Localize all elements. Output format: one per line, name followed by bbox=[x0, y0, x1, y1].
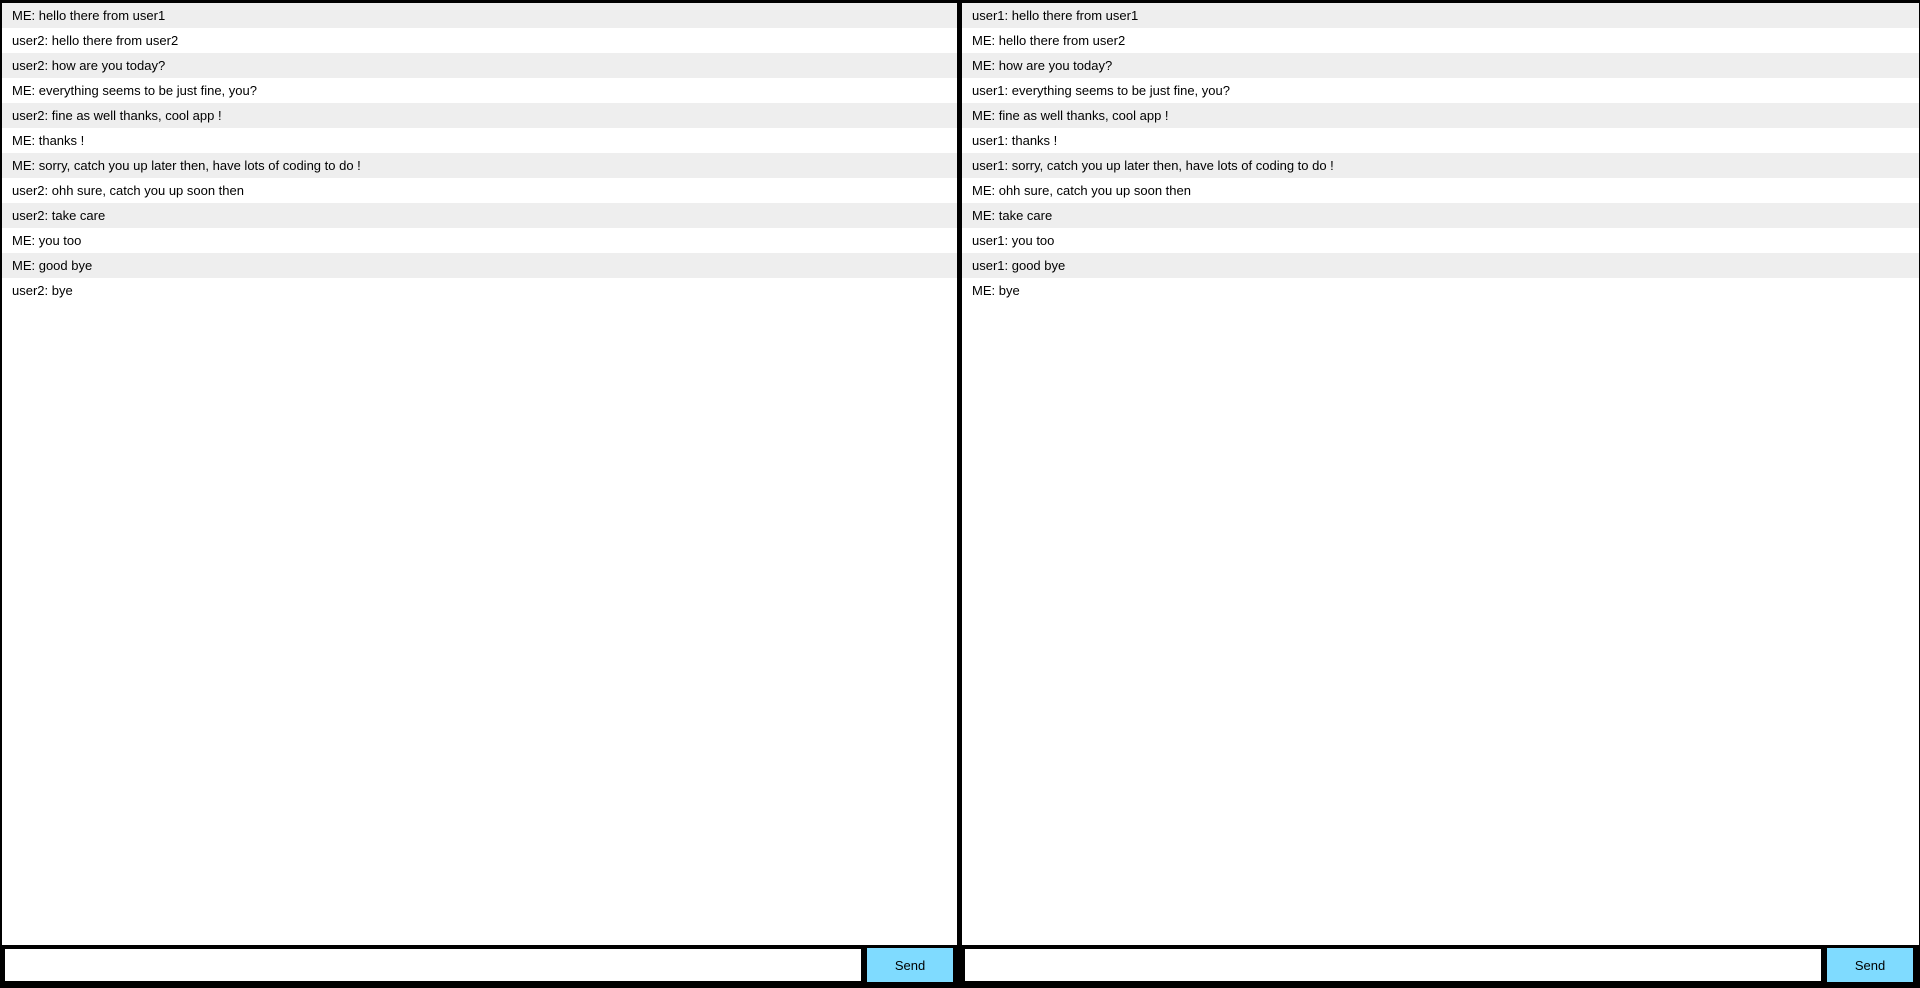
message-item: user1: thanks ! bbox=[972, 133, 1058, 148]
chat-window-user1: ME: hello there from user1 user2: hello … bbox=[0, 0, 960, 988]
message-item: ME: take care bbox=[962, 203, 1919, 228]
message-item: user1: you too bbox=[972, 233, 1055, 248]
message-input[interactable] bbox=[4, 948, 862, 982]
message-item: ME: everything seems to be just fine, yo… bbox=[12, 83, 257, 98]
message-list: ME: hello there from user1 user2: hello … bbox=[2, 3, 957, 947]
send-button[interactable]: Send bbox=[867, 948, 953, 982]
message-item: user2: take care bbox=[2, 203, 957, 228]
message-item: user2: how are you today? bbox=[2, 53, 957, 78]
message-composer: Send bbox=[961, 945, 1919, 987]
message-item: ME: you too bbox=[12, 233, 82, 248]
message-composer: Send bbox=[1, 945, 959, 987]
message-item: user1: everything seems to be just fine,… bbox=[972, 83, 1230, 98]
message-item: ME: good bye bbox=[2, 253, 957, 278]
message-item: user2: fine as well thanks, cool app ! bbox=[2, 103, 957, 128]
message-input[interactable] bbox=[964, 948, 1822, 982]
chat-window-user2: user1: hello there from user1 ME: hello … bbox=[960, 0, 1920, 988]
message-item: user1: hello there from user1 bbox=[962, 3, 1919, 28]
message-item: ME: ohh sure, catch you up soon then bbox=[972, 183, 1191, 198]
message-list: user1: hello there from user1 ME: hello … bbox=[962, 3, 1919, 947]
message-item: user2: hello there from user2 bbox=[12, 33, 179, 48]
message-item: ME: bye bbox=[972, 283, 1020, 298]
send-button[interactable]: Send bbox=[1827, 948, 1913, 982]
message-item: user1: sorry, catch you up later then, h… bbox=[962, 153, 1919, 178]
message-item: ME: hello there from user2 bbox=[972, 33, 1126, 48]
message-item: ME: fine as well thanks, cool app ! bbox=[962, 103, 1919, 128]
message-item: user2: ohh sure, catch you up soon then bbox=[12, 183, 244, 198]
message-item: user2: bye bbox=[12, 283, 73, 298]
screen: ME: hello there from user1 user2: hello … bbox=[0, 0, 1920, 988]
message-item: ME: sorry, catch you up later then, have… bbox=[2, 153, 957, 178]
message-item: ME: thanks ! bbox=[12, 133, 85, 148]
message-item: user1: good bye bbox=[962, 253, 1919, 278]
message-item: ME: how are you today? bbox=[962, 53, 1919, 78]
message-item: ME: hello there from user1 bbox=[2, 3, 957, 28]
